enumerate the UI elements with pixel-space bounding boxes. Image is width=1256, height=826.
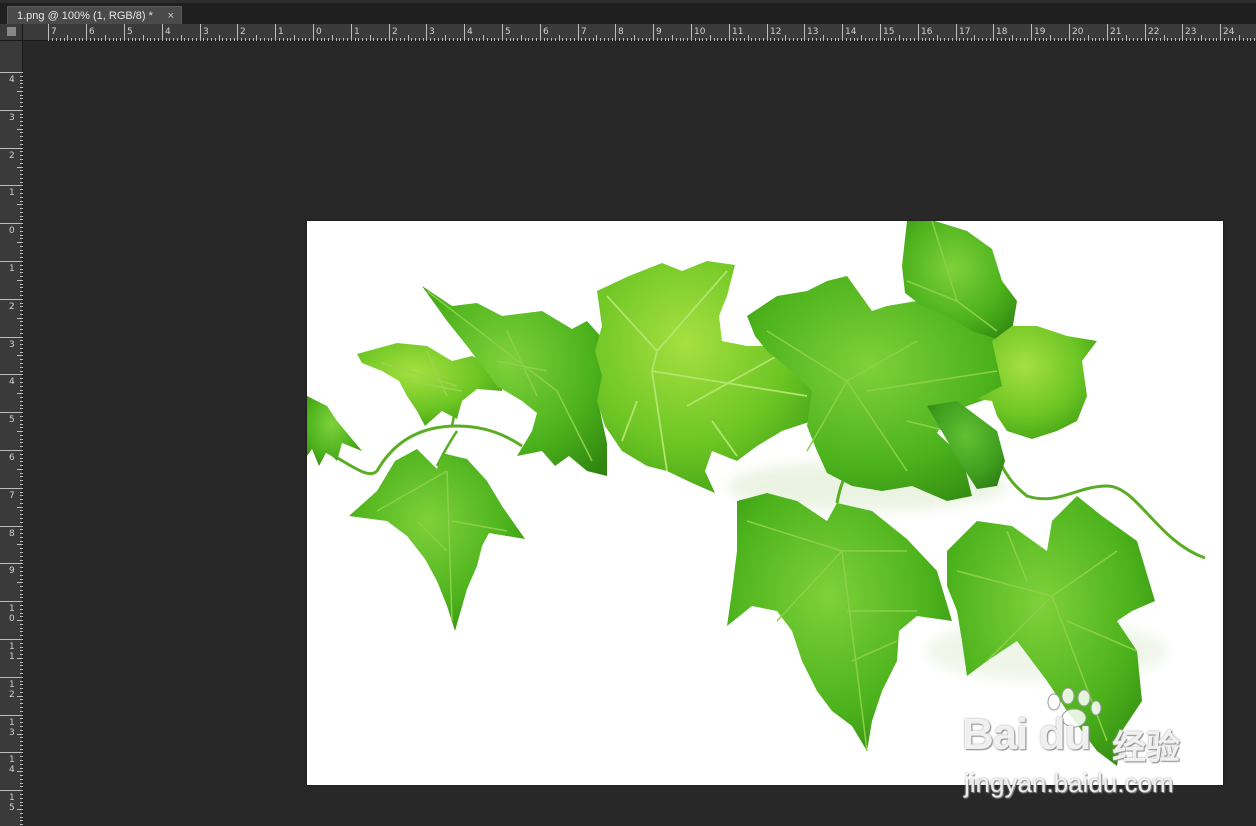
horizontal-ruler-label: 3 — [429, 27, 435, 37]
horizontal-ruler-label: 22 — [1148, 27, 1159, 37]
baidu-jingyan-watermark: Bai du 经验 jingyan.baidu.com — [962, 688, 1192, 798]
vertical-ruler-label: 7 — [9, 491, 15, 501]
horizontal-ruler-label: 9 — [656, 27, 662, 37]
vertical-ruler-label: 4 — [9, 765, 15, 775]
vertical-ruler-label: 0 — [9, 614, 15, 624]
vertical-ruler-label: 4 — [9, 377, 15, 387]
vertical-ruler-label: 1 — [9, 755, 15, 765]
vertical-ruler-label: 0 — [9, 226, 15, 236]
vertical-ruler-label: 1 — [9, 793, 15, 803]
horizontal-ruler[interactable]: 7 6 5 4 3 2 1 0 1 2 3 4 5 6 7 8 9 10 11 12 13 14 15 16 17 18 19 20 2… — [23, 24, 1256, 41]
horizontal-ruler-label: 2 — [240, 27, 246, 37]
vertical-ruler-label: 4 — [9, 75, 15, 85]
horizontal-ruler-label: 1 — [354, 27, 360, 37]
vertical-ruler-label: 1 — [9, 188, 15, 198]
horizontal-ruler-ticks: 7 6 5 4 3 2 1 0 1 2 3 4 5 6 7 8 9 10 11 12 13 14 15 16 17 18 19 20 2… — [48, 24, 1255, 41]
horizontal-ruler-label: 3 — [203, 27, 209, 37]
ruler-origin-corner[interactable] — [0, 24, 23, 41]
horizontal-ruler-label: 12 — [770, 27, 781, 37]
horizontal-ruler-label: 4 — [467, 27, 473, 37]
horizontal-ruler-label: 4 — [165, 27, 171, 37]
watermark-chinese-text: 经验 — [1112, 728, 1180, 768]
vertical-ruler-label: 9 — [9, 566, 15, 576]
horizontal-ruler-label: 10 — [694, 27, 706, 37]
vertical-ruler-label: 1 — [9, 652, 15, 662]
vertical-ruler-label: 5 — [9, 415, 15, 425]
horizontal-ruler-label: 20 — [1072, 27, 1084, 37]
horizontal-ruler-label: 6 — [543, 27, 549, 37]
horizontal-ruler-label: 16 — [921, 27, 933, 37]
vertical-ruler-label: 6 — [9, 453, 15, 463]
vertical-ruler-label: 2 — [9, 302, 15, 312]
horizontal-ruler-label: 5 — [127, 27, 133, 37]
vertical-ruler-label: 8 — [9, 529, 15, 539]
vertical-ruler-label: 3 — [9, 113, 15, 123]
close-icon[interactable]: × — [168, 7, 174, 25]
horizontal-ruler-label: 11 — [732, 27, 743, 37]
watermark-logo-text: Bai du — [962, 710, 1091, 759]
horizontal-ruler-label: 1 — [278, 27, 284, 37]
document-tab-title: 1.png @ 100% (1, RGB/8) * — [17, 10, 153, 22]
horizontal-ruler-label: 23 — [1185, 27, 1196, 37]
horizontal-ruler-label: 14 — [845, 27, 857, 37]
vertical-ruler[interactable]: 43210123456789101112131415 — [0, 41, 23, 826]
horizontal-ruler-label: 6 — [89, 27, 95, 37]
vertical-ruler-label: 1 — [9, 642, 15, 652]
vertical-ruler-label: 1 — [9, 604, 15, 614]
horizontal-ruler-label: 13 — [807, 27, 818, 37]
horizontal-ruler-label: 0 — [316, 27, 322, 37]
horizontal-ruler-label: 24 — [1223, 27, 1235, 37]
vertical-ruler-label: 3 — [9, 340, 15, 350]
vertical-ruler-label: 2 — [9, 151, 15, 161]
horizontal-ruler-label: 21 — [1110, 27, 1121, 37]
horizontal-ruler-label: 8 — [618, 27, 624, 37]
horizontal-ruler-label: 7 — [51, 27, 57, 37]
vertical-ruler-label: 1 — [9, 718, 15, 728]
document-tab-bar: 1.png @ 100% (1, RGB/8) * × — [0, 0, 1256, 27]
vertical-ruler-label: 5 — [9, 803, 15, 813]
watermark-url-text: jingyan.baidu.com — [964, 768, 1174, 798]
vertical-ruler-label: 1 — [9, 680, 15, 690]
horizontal-ruler-label: 7 — [581, 27, 587, 37]
vertical-ruler-label: 1 — [9, 264, 15, 274]
horizontal-ruler-label: 5 — [505, 27, 511, 37]
horizontal-ruler-label: 19 — [1034, 27, 1046, 37]
horizontal-ruler-label: 18 — [996, 27, 1008, 37]
horizontal-ruler-label: 17 — [959, 27, 970, 37]
vertical-ruler-label: 2 — [9, 690, 15, 700]
horizontal-ruler-label: 15 — [883, 27, 894, 37]
horizontal-ruler-label: 2 — [392, 27, 398, 37]
vertical-ruler-ticks: 43210123456789101112131415 — [0, 72, 23, 825]
vertical-ruler-label: 3 — [9, 728, 15, 738]
